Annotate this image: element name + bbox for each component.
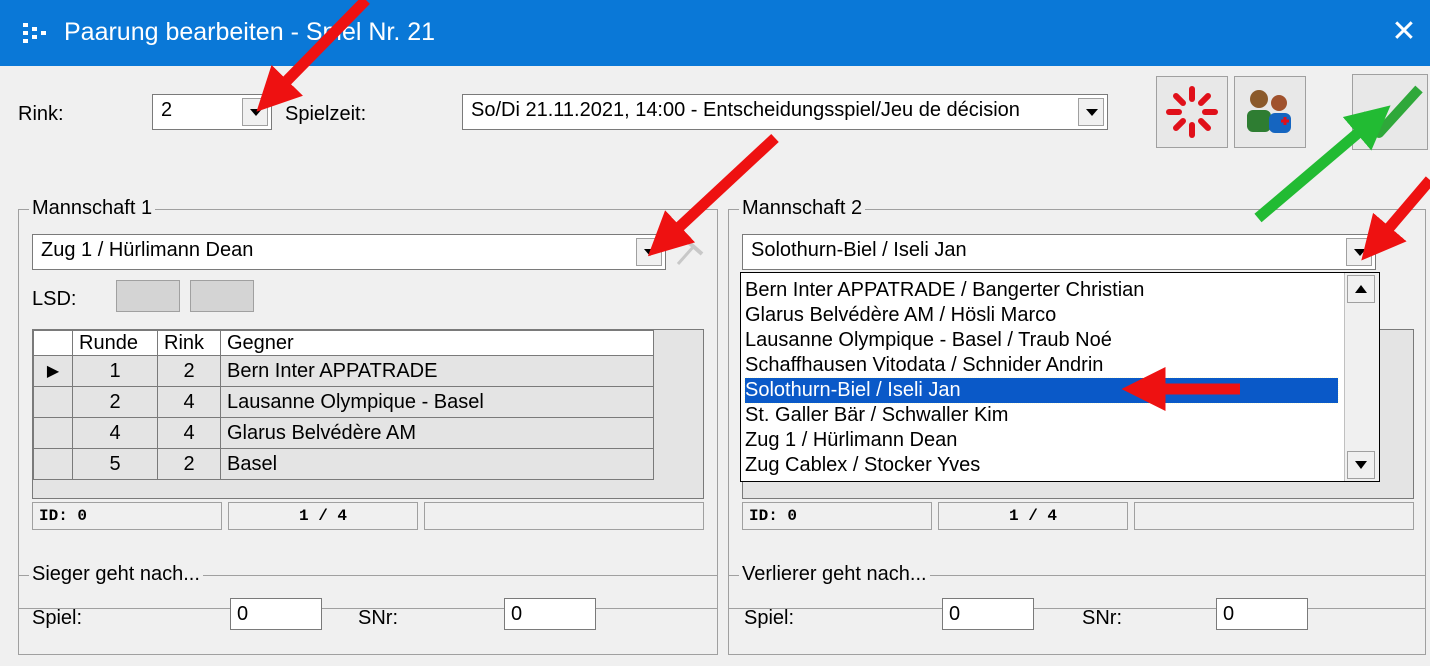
cell-gegner: Lausanne Olympique - Basel [220, 386, 654, 418]
cell-gegner: Glarus Belvédère AM [220, 417, 654, 449]
list-item[interactable]: Schaffhausen Vitodata / Schnider Andrin [745, 353, 1103, 378]
row-indicator [33, 417, 73, 449]
team2-status-id: ID: 0 [742, 502, 932, 530]
close-icon[interactable]: ✕ [1386, 12, 1422, 52]
list-item[interactable]: St. Galler Bär / Schwaller Kim [745, 403, 1008, 428]
team1-status-id: ID: 0 [32, 502, 222, 530]
lsd-box-2 [190, 280, 254, 312]
list-item[interactable]: Zug 1 / Hürlimann Dean [745, 428, 957, 453]
loser-group: Verlierer geht nach... [728, 563, 1426, 655]
spielzeit-dropdown-button[interactable] [1078, 98, 1104, 126]
pin-icon [676, 238, 704, 265]
team2-selected: Solothurn-Biel / Iseli Jan [751, 239, 967, 261]
spinner-icon [1166, 86, 1218, 138]
loser-snr-label: SNr: [1082, 607, 1122, 629]
chevron-up-icon [1355, 285, 1367, 293]
scroll-down-button[interactable] [1347, 451, 1375, 479]
cell-rink: 2 [157, 355, 221, 387]
team2-dropdown-list[interactable]: Bern Inter APPATRADE / Bangerter Christi… [740, 272, 1380, 482]
cell-runde: 1 [72, 355, 158, 387]
loser-spiel-label: Spiel: [744, 607, 795, 629]
checkmark-icon [1357, 85, 1423, 138]
rink-dropdown-button[interactable] [242, 98, 268, 126]
winner-spiel-label: Spiel: [32, 607, 83, 629]
window-title: Paarung bearbeiten - Spiel Nr. 21 [64, 18, 436, 46]
rink-combo[interactable]: 2 [152, 94, 272, 130]
current-row-indicator: ▶ [33, 355, 73, 387]
loser-group-title: Verlierer geht nach... [739, 563, 930, 586]
table-row[interactable]: 4 4 Glarus Belvédère AM [33, 417, 654, 449]
loser-spiel-input[interactable]: 0 [942, 598, 1034, 630]
winner-snr-input[interactable]: 0 [504, 598, 596, 630]
cell-runde: 5 [72, 448, 158, 480]
team1-dropdown-button[interactable] [636, 238, 662, 266]
list-item[interactable]: Zug Cablex / Stocker Yves [745, 453, 980, 478]
team1-group-title: Mannschaft 1 [29, 197, 156, 220]
cell-gegner: Bern Inter APPATRADE [220, 355, 654, 387]
app-icon [23, 23, 46, 43]
team-swap-button[interactable] [1234, 76, 1306, 148]
team1-status-page: 1 / 4 [228, 502, 418, 530]
row-indicator [33, 386, 73, 418]
row-indicator-header [33, 330, 73, 356]
cell-runde: 2 [72, 386, 158, 418]
list-item[interactable]: Lausanne Olympique - Basel / Traub Noé [745, 328, 1112, 353]
team2-combo[interactable]: Solothurn-Biel / Iseli Jan [742, 234, 1376, 270]
loser-snr-input[interactable]: 0 [1216, 598, 1308, 630]
spielzeit-label: Spielzeit: [285, 103, 367, 125]
row-indicator [33, 448, 73, 480]
col-rink[interactable]: Rink [157, 330, 221, 356]
list-item[interactable]: Bern Inter APPATRADE / Bangerter Christi… [745, 278, 1144, 303]
cell-rink: 4 [157, 417, 221, 449]
team1-combo[interactable]: Zug 1 / Hürlimann Dean [32, 234, 666, 270]
list-item-selected[interactable]: Solothurn-Biel / Iseli Jan [744, 377, 1339, 404]
team2-status-empty [1134, 502, 1414, 530]
winner-group-title: Sieger geht nach... [29, 563, 203, 586]
table-row[interactable]: 2 4 Lausanne Olympique - Basel [33, 386, 654, 418]
spielzeit-value: So/Di 21.11.2021, 14:00 - Entscheidungss… [471, 99, 1020, 121]
cell-rink: 2 [157, 448, 221, 480]
team2-status-page: 1 / 4 [938, 502, 1128, 530]
lsd-box-1 [116, 280, 180, 312]
table-row[interactable]: ▶ 1 2 Bern Inter APPATRADE [33, 355, 654, 387]
users-icon [1247, 90, 1291, 133]
list-item[interactable]: Glarus Belvédère AM / Hösli Marco [745, 303, 1056, 328]
team1-status-empty [424, 502, 704, 530]
col-gegner[interactable]: Gegner [220, 330, 654, 356]
scroll-up-button[interactable] [1347, 275, 1375, 303]
cell-gegner: Basel [220, 448, 654, 480]
spielzeit-combo[interactable]: So/Di 21.11.2021, 14:00 - Entscheidungss… [462, 94, 1108, 130]
confirm-button[interactable] [1352, 74, 1428, 150]
reset-button[interactable] [1156, 76, 1228, 148]
team2-dropdown-button[interactable] [1346, 238, 1372, 266]
cell-rink: 4 [157, 386, 221, 418]
rink-label: Rink: [18, 103, 64, 125]
winner-snr-label: SNr: [358, 607, 398, 629]
team1-table: Runde Rink Gegner ▶ 1 2 Bern Inter APPAT… [32, 329, 704, 499]
team2-group-title: Mannschaft 2 [739, 197, 866, 220]
cell-runde: 4 [72, 417, 158, 449]
winner-spiel-input[interactable]: 0 [230, 598, 322, 630]
dropdown-scrollbar[interactable] [1344, 273, 1379, 481]
chevron-down-icon [1355, 461, 1367, 469]
team1-selected: Zug 1 / Hürlimann Dean [41, 239, 254, 261]
rink-value: 2 [161, 99, 173, 121]
col-runde[interactable]: Runde [72, 330, 158, 356]
lsd-label: LSD: [32, 288, 77, 310]
table-header-row: Runde Rink Gegner [33, 330, 654, 356]
title-bar: Paarung bearbeiten - Spiel Nr. 21 ✕ [0, 0, 1430, 66]
table-row[interactable]: 5 2 Basel [33, 448, 654, 480]
